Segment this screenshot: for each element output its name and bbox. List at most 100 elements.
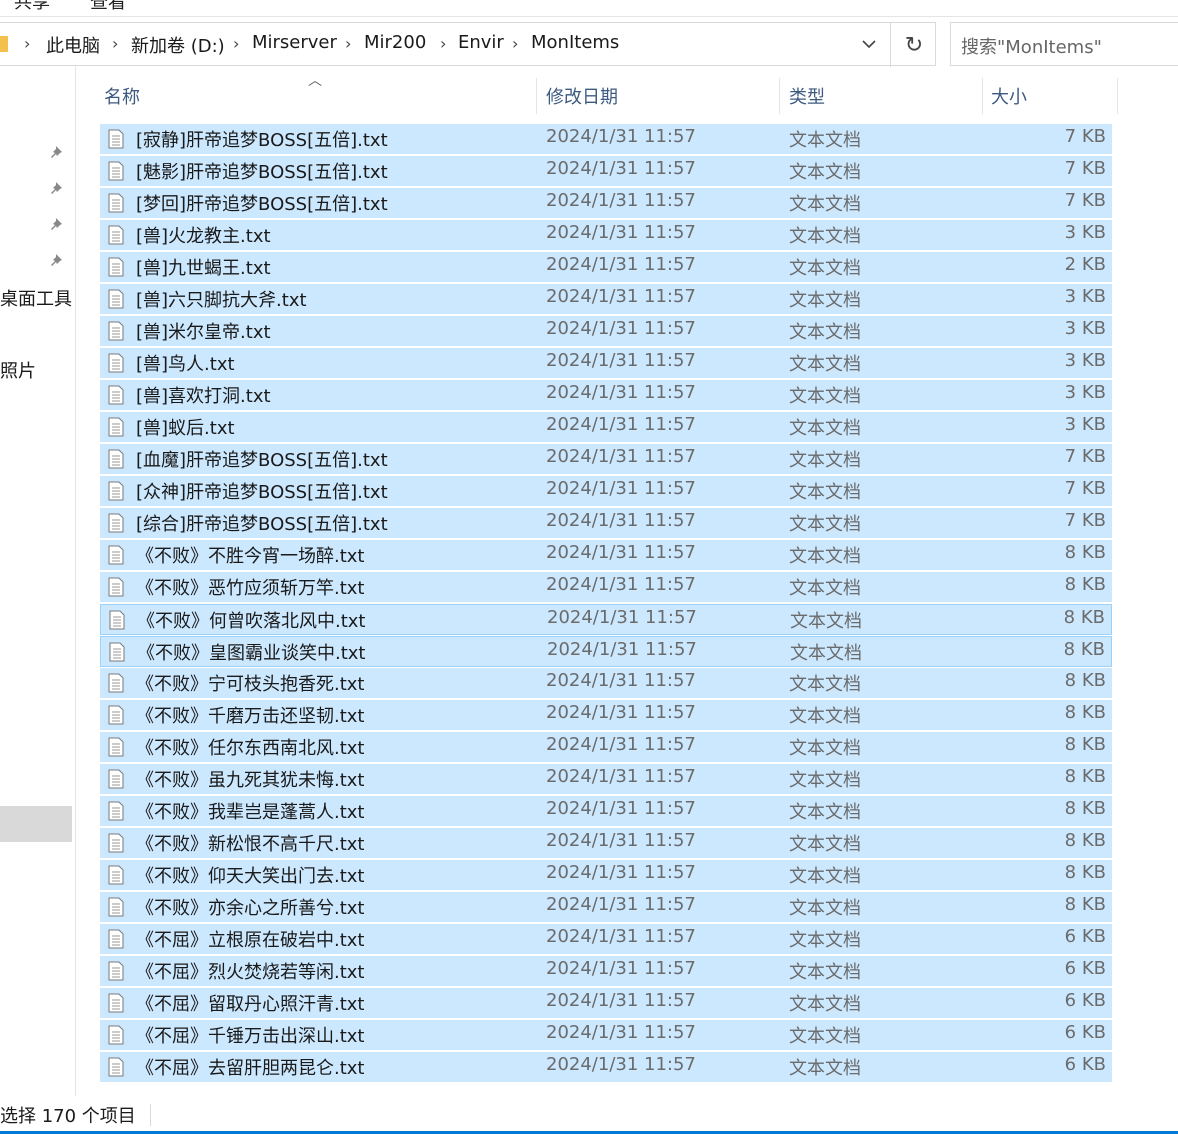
- file-type: 文本文档: [789, 386, 861, 407]
- search-placeholder: 搜索"MonItems": [961, 37, 1102, 58]
- file-size: 8 KB: [1064, 574, 1106, 595]
- text-file-icon: [108, 961, 124, 981]
- file-row[interactable]: 《不败》恶竹应须斩万竿.txt 2024/1/31 11:57 文本文档 8 KB: [100, 572, 1112, 603]
- column-header-size[interactable]: 大小: [983, 76, 1117, 116]
- text-file-icon: [108, 385, 124, 405]
- file-row[interactable]: 《不屈》烈火焚烧若等闲.txt 2024/1/31 11:57 文本文档 6 KB: [100, 956, 1112, 987]
- file-row[interactable]: 《不败》新松恨不高千尺.txt 2024/1/31 11:57 文本文档 8 KB: [100, 828, 1112, 859]
- breadcrumb-monitems[interactable]: MonItems: [531, 32, 619, 53]
- file-modified-date: 2024/1/31 11:57: [546, 478, 696, 499]
- file-row[interactable]: 《不屈》千锤万击出深山.txt 2024/1/31 11:57 文本文档 6 KB: [100, 1020, 1112, 1051]
- file-row[interactable]: 《不败》皇图霸业谈笑中.txt 2024/1/31 11:57 文本文档 8 KB: [100, 636, 1112, 667]
- file-row[interactable]: 《不败》宁可枝头抱香死.txt 2024/1/31 11:57 文本文档 8 KB: [100, 668, 1112, 699]
- search-box[interactable]: 搜索"MonItems": [950, 22, 1178, 66]
- column-header-name[interactable]: 名称: [100, 76, 536, 116]
- file-row[interactable]: [众神]肝帝追梦BOSS[五倍].txt 2024/1/31 11:57 文本文档 7…: [100, 476, 1112, 507]
- file-type: 文本文档: [789, 162, 861, 183]
- file-row[interactable]: 《不败》不胜今宵一场醉.txt 2024/1/31 11:57 文本文档 8 KB: [100, 540, 1112, 571]
- file-size: 7 KB: [1064, 158, 1106, 179]
- column-divider[interactable]: [1117, 78, 1118, 114]
- file-row[interactable]: [兽]米尔皇帝.txt 2024/1/31 11:57 文本文档 3 KB: [100, 316, 1112, 347]
- file-row[interactable]: [寂静]肝帝追梦BOSS[五倍].txt 2024/1/31 11:57 文本文档 7…: [100, 124, 1112, 155]
- file-type: 文本文档: [789, 290, 861, 311]
- file-row[interactable]: 《不屈》去留肝胆两昆仑.txt 2024/1/31 11:57 文本文档 6 KB: [100, 1052, 1112, 1083]
- file-row[interactable]: 《不败》任尔东西南北风.txt 2024/1/31 11:57 文本文档 8 KB: [100, 732, 1112, 763]
- file-row[interactable]: [血魔]肝帝追梦BOSS[五倍].txt 2024/1/31 11:57 文本文档 7…: [100, 444, 1112, 475]
- file-name: [寂静]肝帝追梦BOSS[五倍].txt: [136, 130, 388, 151]
- file-size: 8 KB: [1064, 734, 1106, 755]
- file-row[interactable]: [兽]鸟人.txt 2024/1/31 11:57 文本文档 3 KB: [100, 348, 1112, 379]
- breadcrumb-mirserver[interactable]: Mirserver: [252, 32, 337, 53]
- file-type: 文本文档: [790, 643, 862, 664]
- text-file-icon: [108, 257, 124, 277]
- nav-item-selected[interactable]: [0, 806, 72, 842]
- file-type: 文本文档: [789, 770, 861, 791]
- file-name: [兽]火龙教主.txt: [136, 226, 271, 247]
- file-row[interactable]: 《不屈》留取丹心照汗青.txt 2024/1/31 11:57 文本文档 6 KB: [100, 988, 1112, 1019]
- file-name: [魅影]肝帝追梦BOSS[五倍].txt: [136, 162, 388, 183]
- file-row[interactable]: 《不败》我辈岂是蓬蒿人.txt 2024/1/31 11:57 文本文档 8 KB: [100, 796, 1112, 827]
- file-list[interactable]: [寂静]肝帝追梦BOSS[五倍].txt 2024/1/31 11:57 文本文档 7…: [100, 124, 1112, 1096]
- column-header-type[interactable]: 类型: [780, 76, 982, 116]
- file-name: [兽]米尔皇帝.txt: [136, 322, 271, 343]
- nav-item-photos[interactable]: 照片: [0, 357, 36, 383]
- file-row[interactable]: 《不败》何曾吹落北风中.txt 2024/1/31 11:57 文本文档 8 KB: [100, 604, 1112, 635]
- file-name: 《不败》新松恨不高千尺.txt: [136, 834, 365, 855]
- text-file-icon: [108, 673, 124, 693]
- file-row[interactable]: [兽]火龙教主.txt 2024/1/31 11:57 文本文档 3 KB: [100, 220, 1112, 251]
- file-type: 文本文档: [789, 578, 861, 599]
- file-name: [兽]蚁后.txt: [136, 418, 235, 439]
- breadcrumb-envir[interactable]: Envir: [458, 32, 504, 53]
- text-file-icon: [108, 993, 124, 1013]
- file-row[interactable]: [兽]喜欢打洞.txt 2024/1/31 11:57 文本文档 3 KB: [100, 380, 1112, 411]
- file-row[interactable]: [兽]蚁后.txt 2024/1/31 11:57 文本文档 3 KB: [100, 412, 1112, 443]
- file-row[interactable]: 《不败》千磨万击还坚韧.txt 2024/1/31 11:57 文本文档 8 KB: [100, 700, 1112, 731]
- file-row[interactable]: 《不败》仰天大笑出门去.txt 2024/1/31 11:57 文本文档 8 KB: [100, 860, 1112, 891]
- file-name: 《不屈》千锤万击出深山.txt: [136, 1026, 365, 1047]
- file-row[interactable]: 《不败》虽九死其犹未悔.txt 2024/1/31 11:57 文本文档 8 KB: [100, 764, 1112, 795]
- file-modified-date: 2024/1/31 11:57: [546, 126, 696, 147]
- chevron-right-icon[interactable]: ›: [112, 34, 118, 53]
- breadcrumb-this-pc[interactable]: 此电脑: [46, 32, 100, 58]
- file-type: 文本文档: [789, 802, 861, 823]
- file-type: 文本文档: [789, 834, 861, 855]
- chevron-right-icon[interactable]: ›: [512, 34, 518, 53]
- file-row[interactable]: [兽]六只脚抗大斧.txt 2024/1/31 11:57 文本文档 3 KB: [100, 284, 1112, 315]
- nav-item-desktop-tools[interactable]: 桌面工具: [0, 285, 72, 311]
- chevron-right-icon[interactable]: ›: [24, 34, 30, 53]
- file-name: 《不败》虽九死其犹未悔.txt: [136, 770, 365, 791]
- chevron-right-icon[interactable]: ›: [233, 34, 239, 53]
- file-row[interactable]: [综合]肝帝追梦BOSS[五倍].txt 2024/1/31 11:57 文本文档 7…: [100, 508, 1112, 539]
- file-row[interactable]: 《不屈》立根原在破岩中.txt 2024/1/31 11:57 文本文档 6 KB: [100, 924, 1112, 955]
- file-size: 8 KB: [1064, 542, 1106, 563]
- pin-icon[interactable]: [50, 252, 66, 268]
- file-name: [兽]鸟人.txt: [136, 354, 235, 375]
- file-size: 6 KB: [1064, 958, 1106, 979]
- column-header-date[interactable]: 修改日期: [537, 76, 779, 116]
- text-file-icon: [108, 1025, 124, 1045]
- pin-icon[interactable]: [50, 144, 66, 160]
- file-type: 文本文档: [789, 1026, 861, 1047]
- file-type: 文本文档: [789, 1058, 861, 1079]
- chevron-right-icon[interactable]: ›: [440, 34, 446, 53]
- text-file-icon: [108, 417, 124, 437]
- file-modified-date: 2024/1/31 11:57: [546, 862, 696, 883]
- file-size: 2 KB: [1064, 254, 1106, 275]
- pin-icon[interactable]: [50, 180, 66, 196]
- address-history-dropdown[interactable]: [852, 31, 886, 57]
- ribbon: 共享 查看: [0, 0, 1178, 17]
- chevron-right-icon[interactable]: ›: [345, 34, 351, 53]
- address-bar[interactable]: › 此电脑 › 新加卷 (D:) › Mirserver › Mir200 › …: [0, 22, 937, 67]
- refresh-button[interactable]: ↻: [890, 23, 937, 67]
- file-row[interactable]: 《不败》亦余心之所善兮.txt 2024/1/31 11:57 文本文档 8 KB: [100, 892, 1112, 923]
- file-row[interactable]: [梦回]肝帝追梦BOSS[五倍].txt 2024/1/31 11:57 文本文档 7…: [100, 188, 1112, 219]
- ribbon-tab-view[interactable]: 查看: [90, 0, 126, 14]
- file-size: 3 KB: [1064, 414, 1106, 435]
- ribbon-tab-share[interactable]: 共享: [14, 0, 50, 14]
- file-size: 8 KB: [1064, 830, 1106, 851]
- pin-icon[interactable]: [50, 216, 66, 232]
- breadcrumb-mir200[interactable]: Mir200: [364, 32, 426, 53]
- file-row[interactable]: [兽]九世蝎王.txt 2024/1/31 11:57 文本文档 2 KB: [100, 252, 1112, 283]
- breadcrumb-drive-d[interactable]: 新加卷 (D:): [131, 32, 225, 58]
- file-row[interactable]: [魅影]肝帝追梦BOSS[五倍].txt 2024/1/31 11:57 文本文档 7…: [100, 156, 1112, 187]
